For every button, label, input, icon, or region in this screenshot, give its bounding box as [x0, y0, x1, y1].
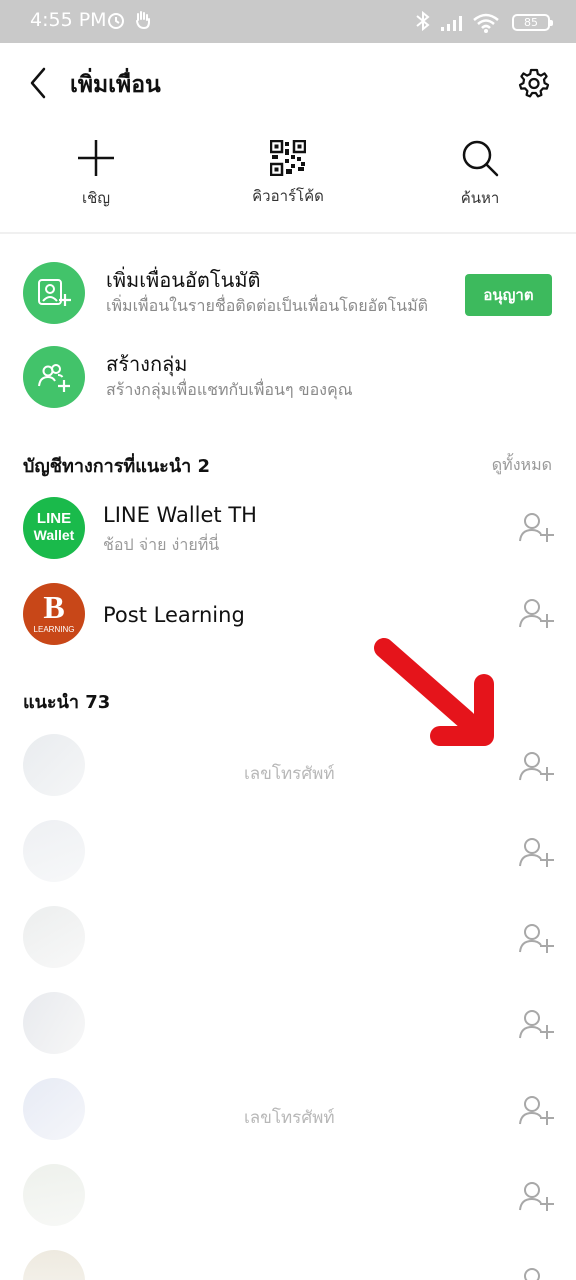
battery-indicator: 85: [512, 14, 553, 31]
logo-line-text: LINE: [36, 510, 72, 527]
create-group-title: สร้างกลุ่ม: [106, 352, 188, 376]
signal-icon: [441, 16, 462, 31]
status-bar: 4:55 PM 85: [0, 0, 576, 43]
wifi-icon: [473, 13, 499, 33]
invite-action[interactable]: เชิญ: [26, 130, 166, 220]
account-name: Post Learning: [103, 603, 245, 627]
avatar: [23, 734, 85, 796]
qr-code-label: คิวอาร์โค้ด: [252, 187, 324, 205]
suggested-friend-row[interactable]: [0, 1156, 576, 1242]
qr-code-icon: [270, 140, 306, 176]
create-group-subtitle: สร้างกลุ่มเพื่อแชทกับเพื่อนๆ ของคุณ: [106, 380, 353, 399]
auto-add-title: เพิ่มเพื่อนอัตโนมัติ: [106, 268, 261, 292]
line-wallet-logo: LINE Wallet: [23, 497, 85, 559]
allow-button[interactable]: อนุญาต: [465, 274, 552, 316]
see-all-link[interactable]: ดูทั้งหมด: [492, 453, 552, 478]
plus-icon: [78, 140, 114, 176]
add-friend-icon[interactable]: [518, 1180, 554, 1212]
avatar: [23, 820, 85, 882]
auto-add-icon-circle: [23, 262, 85, 324]
add-friend-icon[interactable]: [518, 597, 554, 629]
suggested-title: แนะนำ 73: [23, 692, 111, 713]
suggested-reason: เลขโทรศัพท์: [244, 764, 335, 784]
search-action[interactable]: ค้นหา: [410, 130, 550, 220]
header: เพิ่มเพื่อน: [0, 43, 576, 123]
avatar: [23, 906, 85, 968]
add-friend-icon[interactable]: [518, 922, 554, 954]
avatar: [23, 1078, 85, 1140]
suggested-friend-row[interactable]: เลขโทรศัพท์: [0, 1070, 576, 1156]
logo-wallet-text: Wallet: [33, 527, 75, 543]
add-friend-icon[interactable]: [518, 1094, 554, 1126]
post-learning-logo: B LEARNING: [23, 583, 85, 645]
logo-letter: B: [43, 589, 65, 625]
official-accounts-title: บัญชีทางการที่แนะนำ 2: [23, 456, 211, 477]
avatar: [23, 1164, 85, 1226]
search-icon: [462, 140, 499, 177]
account-name: LINE Wallet TH: [103, 503, 257, 527]
suggested-friend-row[interactable]: [0, 812, 576, 898]
create-group-row[interactable]: สร้างกลุ่ม สร้างกลุ่มเพื่อแชทกับเพื่อนๆ …: [0, 336, 576, 416]
contact-add-icon: [38, 279, 71, 306]
add-friend-icon[interactable]: [518, 750, 554, 782]
alarm-icon: [108, 13, 124, 29]
account-description: ช้อป จ่าย ง่ายที่นี่: [103, 535, 220, 554]
logo-learning-text: LEARNING: [33, 625, 75, 634]
avatar: [23, 992, 85, 1054]
suggested-friend-row[interactable]: [0, 898, 576, 984]
status-time: 4:55 PM: [30, 9, 107, 31]
suggested-reason: เลขโทรศัพท์: [244, 1108, 335, 1128]
auto-add-friends-row[interactable]: เพิ่มเพื่อนอัตโนมัติ เพิ่มเพื่อนในรายชื่…: [0, 252, 576, 332]
add-friend-icon[interactable]: [518, 1266, 554, 1280]
back-arrow-icon[interactable]: [24, 65, 54, 101]
create-group-icon-circle: [23, 346, 85, 408]
official-account-row[interactable]: LINE Wallet LINE Wallet TH ช้อป จ่าย ง่า…: [0, 487, 576, 567]
avatar: [23, 1250, 85, 1280]
suggested-friend-row[interactable]: [0, 984, 576, 1070]
section-divider: [0, 232, 576, 234]
hand-icon: [136, 11, 150, 30]
invite-label: เชิญ: [81, 189, 111, 207]
gear-icon[interactable]: [518, 67, 550, 99]
add-friend-icon[interactable]: [518, 511, 554, 543]
bluetooth-icon: [416, 10, 430, 32]
auto-add-subtitle: เพิ่มเพื่อนในรายชื่อติดต่อเป็นเพื่อนโดยอ…: [106, 296, 429, 315]
group-add-icon: [38, 364, 70, 392]
page-title: เพิ่มเพื่อน: [70, 72, 161, 98]
red-arrow-annotation: [374, 638, 494, 746]
qr-code-action[interactable]: คิวอาร์โค้ด: [218, 130, 358, 220]
add-friend-icon[interactable]: [518, 1008, 554, 1040]
search-label: ค้นหา: [460, 189, 500, 207]
add-friend-icon[interactable]: [518, 836, 554, 868]
add-friend-actions: เชิญ คิวอาร์โค้ด ค้นหา: [0, 130, 576, 230]
suggested-friend-row[interactable]: [0, 1242, 576, 1280]
